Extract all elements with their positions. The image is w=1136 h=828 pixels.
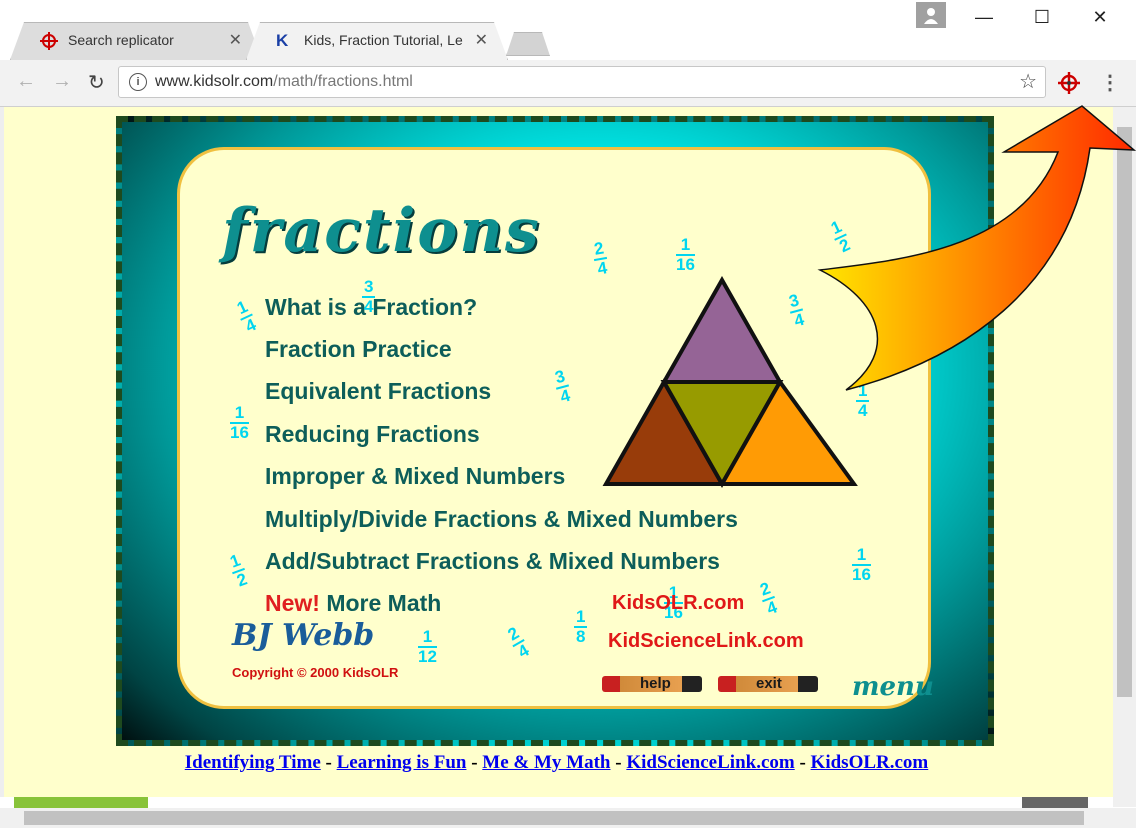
kidsciencelink-site-link[interactable]: KidScienceLink.com: [608, 630, 804, 653]
url-host: www.kidsolr.com: [155, 73, 274, 90]
fraction-decoration: 1 16: [230, 403, 249, 442]
new-tab-button[interactable]: [506, 32, 550, 56]
address-bar[interactable]: i www.kidsolr.com/math/fractions.html ☆: [118, 66, 1046, 98]
link-kidsciencelink[interactable]: KidScienceLink.com: [626, 752, 794, 773]
ad-image-peek: [1022, 797, 1088, 808]
help-label: help: [640, 675, 671, 692]
fraction-decoration: 1 12: [418, 627, 437, 666]
fraction-triangle: [602, 276, 858, 489]
kidsolr-k-icon: K: [276, 31, 289, 50]
minimize-button[interactable]: —: [964, 4, 1004, 30]
link-learning-is-fun[interactable]: Learning is Fun: [337, 752, 467, 773]
horizontal-scrollbar[interactable]: [0, 808, 1136, 828]
more-math-label: More Math: [326, 590, 442, 616]
menu-link-improper-mixed[interactable]: Improper & Mixed Numbers: [265, 463, 565, 490]
link-separator: -: [471, 752, 478, 773]
exit-pencil-button[interactable]: exit: [718, 675, 818, 692]
reload-icon[interactable]: ↻: [88, 70, 105, 95]
new-badge: New!: [265, 590, 320, 616]
link-identifying-time[interactable]: Identifying Time: [185, 752, 321, 773]
fraction-decoration: 18: [574, 607, 588, 646]
tab-close-icon[interactable]: ✕: [229, 30, 242, 50]
link-me-and-my-math[interactable]: Me & My Math: [482, 752, 610, 773]
tab-close-icon[interactable]: ✕: [475, 30, 488, 50]
tab-title: Kids, Fraction Tutorial, Le: [304, 32, 463, 48]
forward-arrow-icon[interactable]: →: [52, 70, 72, 93]
vertical-scrollbar[interactable]: [1113, 107, 1136, 807]
help-pencil-button[interactable]: help: [602, 675, 702, 692]
copyright-text: Copyright © 2000 KidsOLR: [232, 665, 399, 680]
fraction-decoration: 1 16: [676, 235, 695, 274]
exit-label: exit: [756, 675, 782, 692]
info-icon[interactable]: i: [129, 73, 147, 91]
tab-bar: Search replicator ✕ K Kids, Fraction Tut…: [0, 0, 1136, 60]
bookmark-star-icon[interactable]: ☆: [1019, 69, 1037, 94]
kebab-menu-icon[interactable]: ⋮: [1100, 70, 1120, 95]
fraction-decoration: 1 16: [852, 545, 871, 584]
link-separator: -: [615, 752, 622, 773]
person-icon: [924, 8, 938, 24]
tab-kids-fraction-tutorial[interactable]: K Kids, Fraction Tutorial, Le ✕: [246, 22, 508, 60]
banner-image-peek: [14, 797, 148, 808]
back-arrow-icon[interactable]: ←: [16, 70, 36, 93]
close-window-button[interactable]: ✕: [1080, 4, 1120, 30]
profile-avatar[interactable]: [916, 2, 946, 28]
kidsolr-site-link[interactable]: KidsOLR.com: [612, 592, 744, 615]
tab-search-replicator[interactable]: Search replicator ✕: [10, 22, 262, 60]
menu-link-more-math[interactable]: New! More Math: [265, 590, 441, 617]
author-signature: BJ Webb: [232, 618, 375, 653]
left-edge: [0, 107, 4, 797]
browser-toolbar: ← → ↻ i www.kidsolr.com/math/fractions.h…: [0, 60, 1136, 107]
crosshair-icon: [40, 32, 58, 50]
menu-link-multiply-divide[interactable]: Multiply/Divide Fractions & Mixed Number…: [265, 506, 738, 533]
link-separator: -: [799, 752, 806, 773]
crosshair-extension-icon[interactable]: [1058, 72, 1080, 94]
menu-link[interactable]: menu: [852, 672, 934, 702]
triangle-top-part: [660, 276, 784, 384]
menu-link-reducing-fractions[interactable]: Reducing Fractions: [265, 421, 480, 448]
scrollbar-thumb[interactable]: [1117, 127, 1132, 697]
maximize-button[interactable]: ☐: [1022, 4, 1062, 30]
menu-link-add-subtract[interactable]: Add/Subtract Fractions & Mixed Numbers: [265, 548, 720, 575]
url-path: /math/fractions.html: [273, 73, 413, 90]
link-kidsolr[interactable]: KidsOLR.com: [811, 752, 929, 773]
tab-title: Search replicator: [68, 32, 174, 48]
menu-link-equivalent-fractions[interactable]: Equivalent Fractions: [265, 378, 491, 405]
menu-link-fraction-practice[interactable]: Fraction Practice: [265, 336, 452, 363]
link-separator: -: [325, 752, 332, 773]
bottom-link-bar: Identifying Time - Learning is Fun - Me …: [0, 752, 1113, 774]
url-text[interactable]: www.kidsolr.com/math/fractions.html: [155, 73, 413, 91]
page-title: fractions: [222, 196, 541, 266]
fraction-decoration: 34: [362, 277, 376, 316]
scrollbar-thumb[interactable]: [24, 811, 1084, 825]
